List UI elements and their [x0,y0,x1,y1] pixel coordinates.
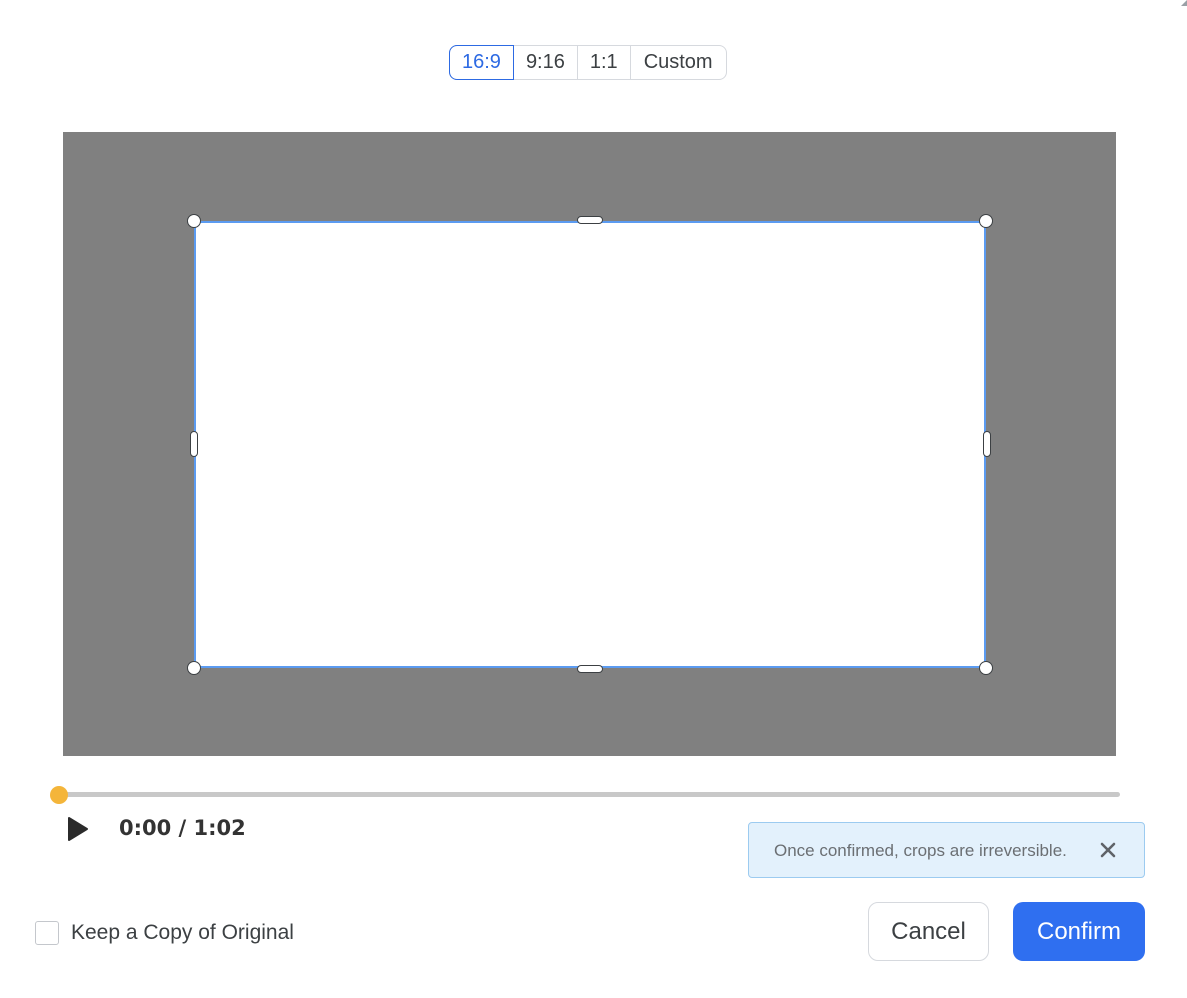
corner-fragment [1181,0,1187,6]
crop-area[interactable] [194,221,986,668]
crop-handle-top-left[interactable] [187,214,201,228]
video-preview [63,132,1116,756]
time-display: 0:00 / 1:02 [119,816,246,840]
play-icon[interactable] [67,816,89,842]
keep-copy-checkbox[interactable] [35,921,59,945]
ratio-9-16-button[interactable]: 9:16 [514,46,578,79]
cancel-button[interactable]: Cancel [868,902,989,961]
playhead-thumb[interactable] [50,786,68,804]
ratio-custom-button[interactable]: Custom [631,46,726,79]
timeline-track[interactable] [58,792,1120,797]
crop-handle-top-right[interactable] [979,214,993,228]
ratio-16-9-button[interactable]: 16:9 [449,45,514,80]
crop-handle-left[interactable] [190,431,198,457]
aspect-ratio-selector: 16:9 9:16 1:1 Custom [449,45,727,80]
notice-text: Once confirmed, crops are irreversible. [774,841,1067,860]
crop-handle-bottom[interactable] [577,665,603,673]
crop-handle-bottom-left[interactable] [187,661,201,675]
crop-dialog: 16:9 9:16 1:1 Custom 0:00 / 1:02 Once co… [0,0,1187,998]
confirm-button[interactable]: Confirm [1013,902,1145,961]
crop-handle-top[interactable] [577,216,603,224]
ratio-1-1-button[interactable]: 1:1 [578,46,631,79]
crop-handle-right[interactable] [983,431,991,457]
crop-handle-bottom-right[interactable] [979,661,993,675]
irreversible-notice: Once confirmed, crops are irreversible. [748,822,1145,878]
keep-copy-label[interactable]: Keep a Copy of Original [71,921,294,945]
close-icon[interactable] [1099,841,1117,859]
